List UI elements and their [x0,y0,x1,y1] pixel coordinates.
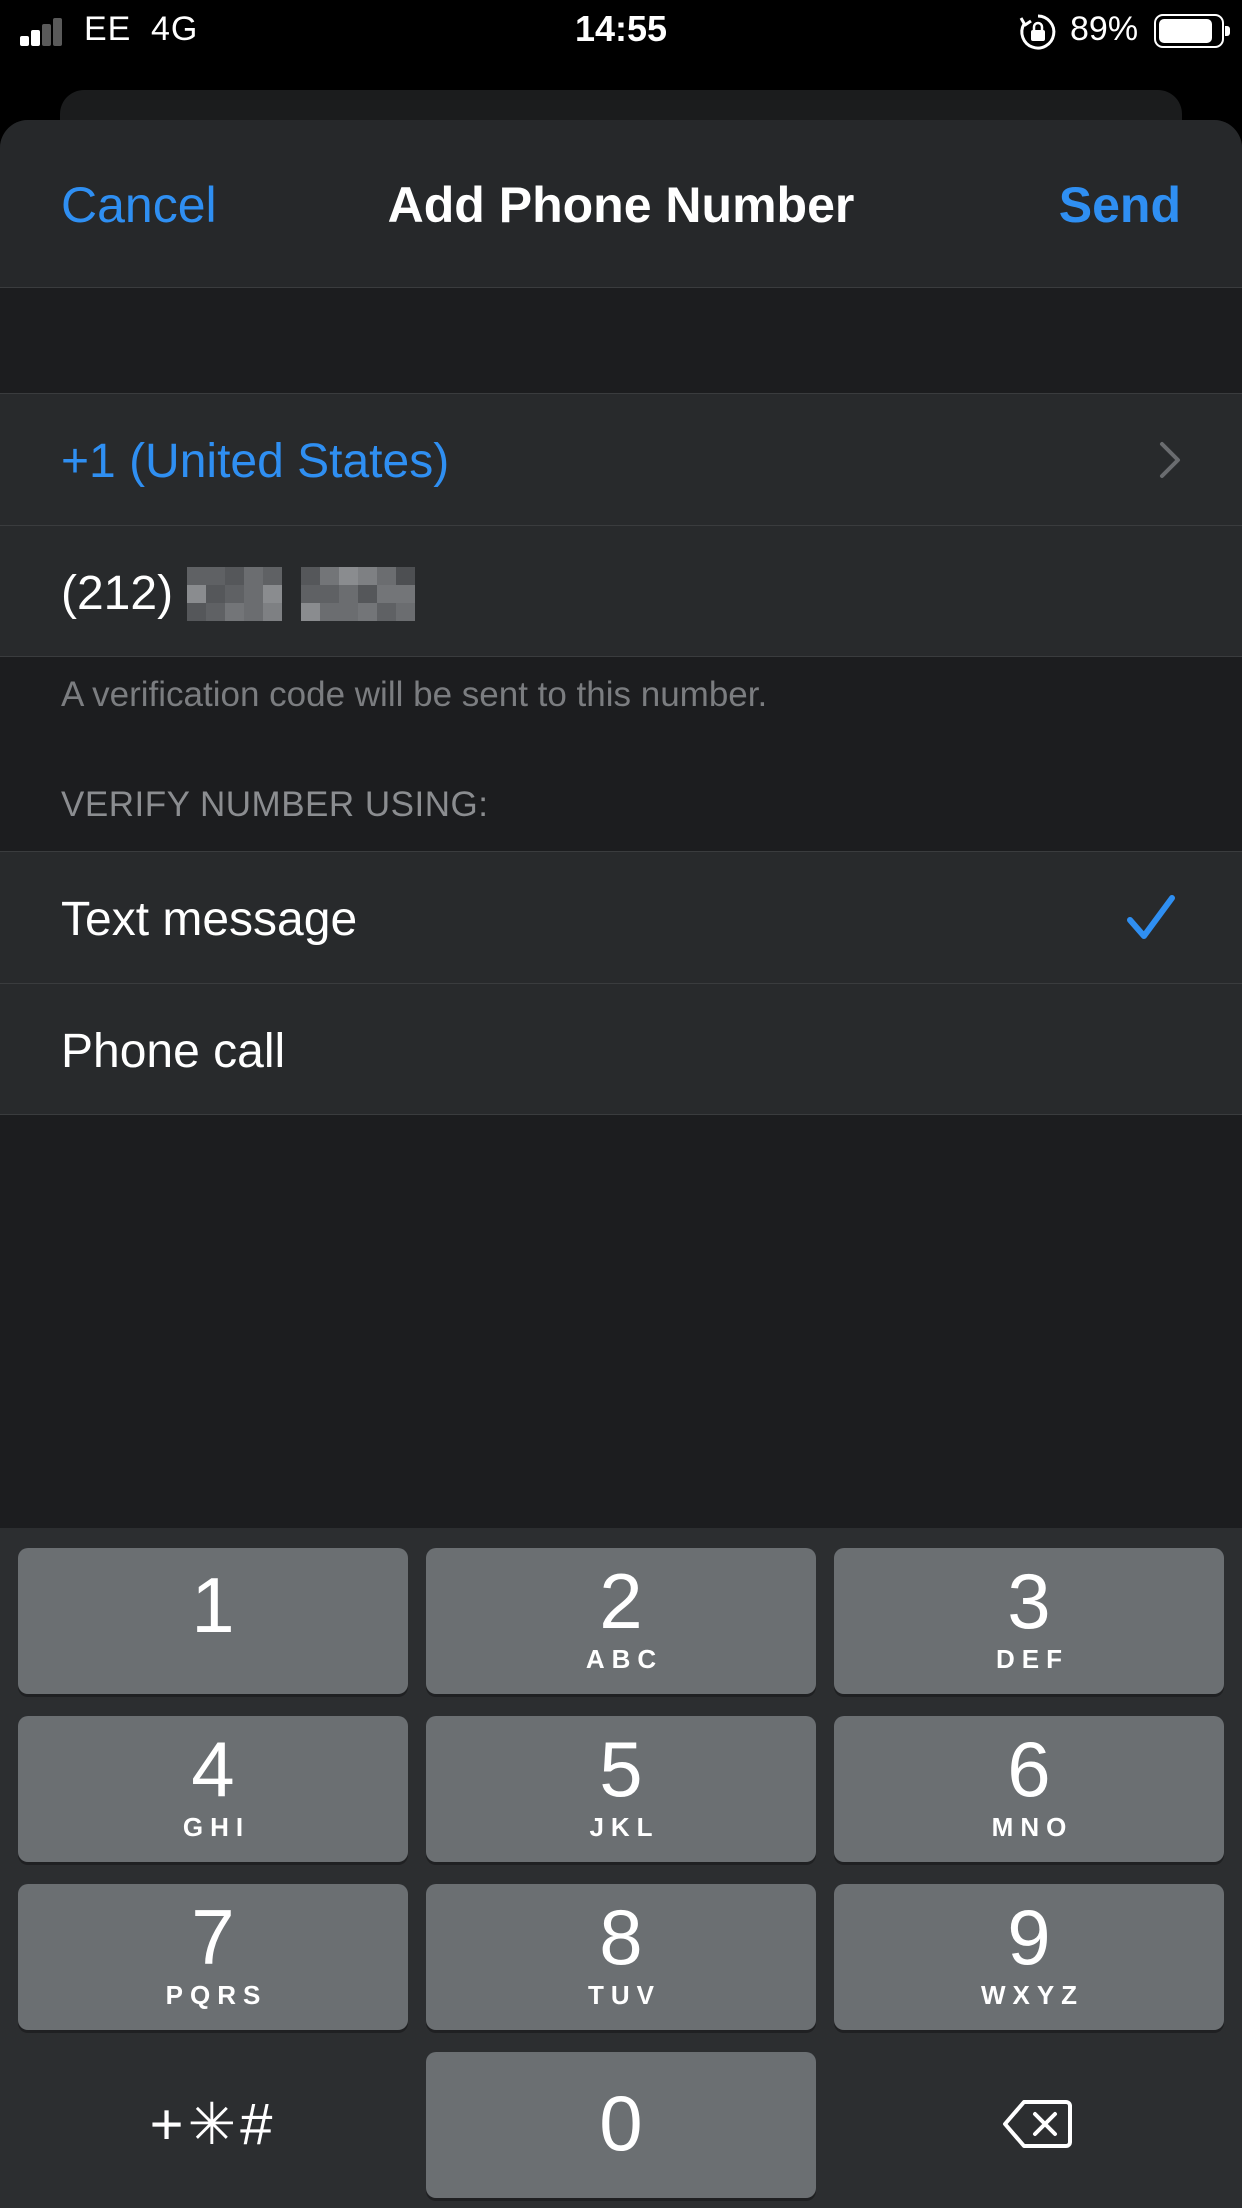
chevron-right-icon [1160,442,1180,478]
country-label: +1 (United States) [61,435,450,488]
key-4[interactable]: 4 GHI [18,1716,408,1862]
key-letters: PQRS [165,1980,268,2010]
key-2[interactable]: 2 ABC [426,1548,816,1694]
send-button[interactable]: Send [1059,176,1181,234]
checkmark-icon [1127,895,1175,939]
orientation-lock-icon [1019,14,1056,50]
key-digit: 2 [599,1557,643,1645]
key-5[interactable]: 5 JKL [426,1716,816,1862]
country-selector[interactable]: +1 (United States) [0,394,1242,525]
battery-percentage: 89% [1070,10,1139,48]
key-1[interactable]: 1 [18,1548,408,1694]
key-letters: GHI [182,1812,251,1842]
option-phone-call[interactable]: Phone call [0,983,1242,1114]
verify-options-group: Text message Phone call [0,851,1242,1115]
option-label: Text message [61,893,358,946]
navigation-bar: Cancel Add Phone Number Send [0,120,1242,288]
verify-section-header: VERIFY NUMBER USING: [61,785,489,824]
option-text-message[interactable]: Text message [0,852,1242,983]
key-digit: 5 [599,1725,643,1813]
phone-entry-group: +1 (United States) (212) [0,393,1242,657]
key-6[interactable]: 6 MNO [834,1716,1224,1862]
key-letters: MNO [991,1812,1074,1842]
key-0[interactable]: 0 [426,2052,816,2198]
phone-number-field[interactable]: (212) [0,525,1242,656]
key-digit: 8 [599,1893,643,1981]
number-keypad: 1 2 ABC 3 DEF 4 GHI 5 JKL 6 MNO 7 PQRS 8 [0,1528,1242,2208]
symbols-key[interactable]: +✳# [18,2052,408,2198]
key-letters: JKL [589,1812,660,1842]
cancel-button[interactable]: Cancel [61,176,217,234]
key-digit: 9 [1007,1893,1051,1981]
verification-note: A verification code will be sent to this… [61,675,768,714]
key-letters: ABC [585,1644,664,1674]
delete-key[interactable] [834,2052,1224,2198]
battery-icon [1154,14,1230,48]
key-digit: 7 [191,1893,235,1981]
redacted-digits [187,566,416,621]
symbols-label: +✳# [149,2092,277,2157]
key-digit: 4 [191,1725,235,1813]
key-digit: 1 [191,1561,235,1649]
key-8[interactable]: 8 TUV [426,1884,816,2030]
key-digit: 3 [1007,1557,1051,1645]
key-digit: 0 [599,2079,643,2167]
key-9[interactable]: 9 WXYZ [834,1884,1224,2030]
key-letters: TUV [588,1980,661,2010]
key-digit: 6 [1007,1725,1051,1813]
key-7[interactable]: 7 PQRS [18,1884,408,2030]
key-letters: DEF [996,1644,1069,1674]
option-label: Phone call [61,1025,286,1078]
phone-number-value: (212) [61,567,174,620]
screen: EE 4G 14:55 89% Cancel Add Phone Number … [0,0,1242,2208]
key-letters: WXYZ [980,1980,1085,2010]
key-3[interactable]: 3 DEF [834,1548,1224,1694]
delete-backward-icon [1003,2100,1072,2148]
status-bar: EE 4G 14:55 89% [0,0,1242,62]
